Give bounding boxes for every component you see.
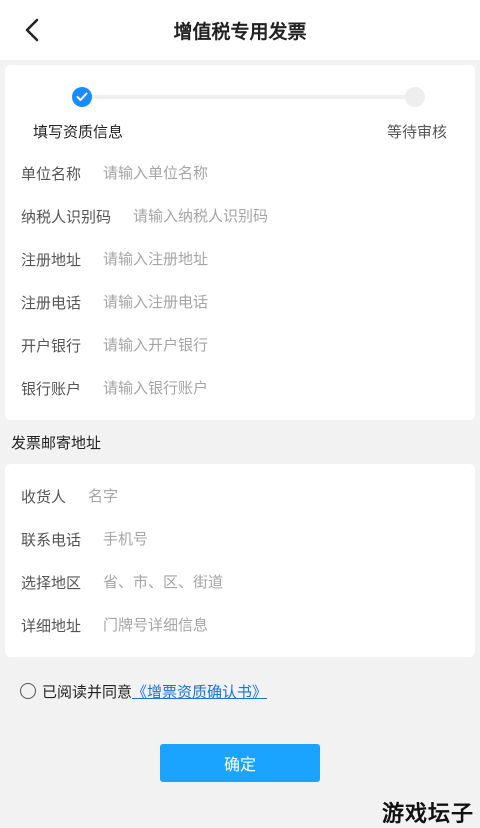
confirm-button[interactable]: 确定 bbox=[160, 744, 320, 782]
bank-account-field: 银行账户 bbox=[21, 368, 461, 408]
field-label: 注册地址 bbox=[21, 250, 82, 269]
qualification-card: 填写资质信息 等待审核 单位名称 纳税人识别码 注册地址 注册电话 开户银行 银… bbox=[5, 65, 475, 420]
contact-phone-field: 联系电话 bbox=[21, 519, 461, 559]
taxpayer-id-input[interactable] bbox=[133, 207, 461, 225]
company-name-field: 单位名称 bbox=[21, 153, 461, 193]
back-icon[interactable] bbox=[18, 16, 46, 44]
field-label: 单位名称 bbox=[21, 164, 82, 183]
page-title: 增值税专用发票 bbox=[173, 20, 307, 43]
recipient-input[interactable] bbox=[88, 487, 461, 505]
field-label: 收货人 bbox=[21, 487, 67, 506]
field-label: 银行账户 bbox=[21, 379, 82, 398]
recipient-field: 收货人 bbox=[21, 476, 461, 516]
region-field[interactable]: 选择地区 bbox=[21, 562, 461, 602]
bank-name-field: 开户银行 bbox=[21, 325, 461, 365]
registered-address-field: 注册地址 bbox=[21, 239, 461, 279]
agreement-text: 已阅读并同意 bbox=[42, 682, 133, 701]
field-label: 注册电话 bbox=[21, 293, 82, 312]
registered-address-input[interactable] bbox=[103, 250, 461, 268]
mailing-section-title: 发票邮寄地址 bbox=[11, 434, 102, 452]
field-label: 选择地区 bbox=[21, 573, 82, 592]
detail-address-input[interactable] bbox=[103, 616, 461, 634]
watermark-logo: 游戏坛子 bbox=[381, 802, 474, 827]
field-label: 开户银行 bbox=[21, 336, 82, 355]
step-label-fill-info: 填写资质信息 bbox=[33, 123, 124, 141]
bank-name-input[interactable] bbox=[103, 336, 461, 354]
registered-phone-input[interactable] bbox=[103, 293, 461, 311]
detail-address-field: 详细地址 bbox=[21, 605, 461, 645]
field-label: 详细地址 bbox=[21, 616, 82, 635]
bank-account-input[interactable] bbox=[103, 379, 461, 397]
step-pending-dot bbox=[405, 87, 425, 107]
step-label-await-review: 等待审核 bbox=[386, 123, 447, 141]
field-label: 联系电话 bbox=[21, 530, 82, 549]
agreement-row: 已阅读并同意 《增票资质确认书》 bbox=[20, 680, 267, 702]
registered-phone-field: 注册电话 bbox=[21, 282, 461, 322]
check-icon bbox=[72, 87, 92, 107]
progress-track bbox=[85, 95, 421, 99]
taxpayer-id-field: 纳税人识别码 bbox=[21, 196, 461, 236]
top-bar: 增值税专用发票 bbox=[0, 0, 480, 60]
contact-phone-input[interactable] bbox=[103, 530, 461, 548]
agreement-radio[interactable] bbox=[20, 683, 36, 699]
agreement-link[interactable]: 《增票资质确认书》 bbox=[132, 681, 267, 702]
company-name-input[interactable] bbox=[103, 164, 461, 182]
region-select[interactable] bbox=[103, 573, 461, 591]
mailing-card: 收货人 联系电话 选择地区 详细地址 bbox=[5, 464, 475, 657]
field-label: 纳税人识别码 bbox=[21, 207, 112, 226]
